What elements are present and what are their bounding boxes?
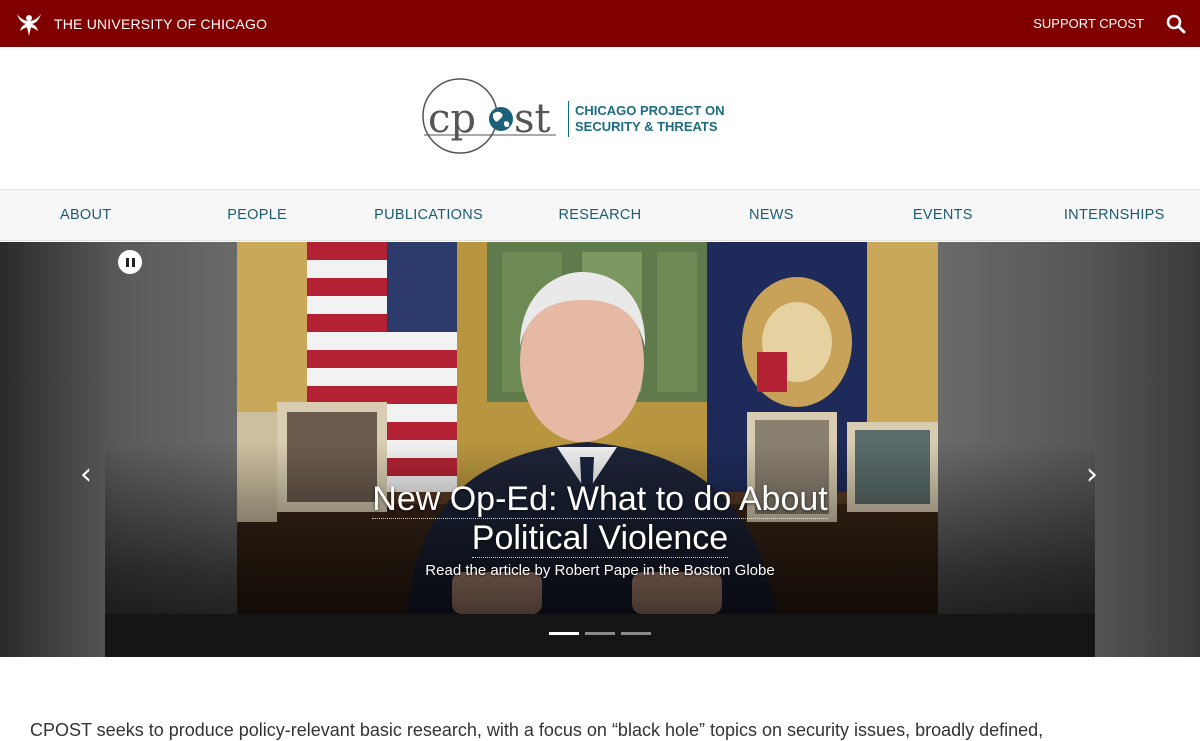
university-name: THE UNIVERSITY OF CHICAGO: [54, 15, 268, 32]
nav-item-research[interactable]: RESEARCH: [514, 190, 685, 240]
tagline-line1: CHICAGO PROJECT ON: [575, 103, 725, 118]
support-cpost-link[interactable]: SUPPORT CPOST: [1033, 16, 1144, 31]
pause-button[interactable]: [118, 250, 142, 274]
carousel-indicators: [549, 632, 657, 635]
top-bar-actions: SUPPORT CPOST: [1033, 14, 1186, 34]
logo-divider: [568, 101, 569, 137]
hero-title-line2[interactable]: Political Violence: [471, 519, 729, 558]
nav-item-events[interactable]: EVENTS: [857, 190, 1028, 240]
nav-item-news[interactable]: NEWS: [686, 190, 857, 240]
carousel-dot-1[interactable]: [549, 632, 579, 635]
main-nav: ABOUT PEOPLE PUBLICATIONS RESEARCH NEWS …: [0, 189, 1200, 241]
hero-title[interactable]: New Op-Ed: What to do About Political Vi…: [300, 480, 900, 558]
pause-icon: [125, 257, 129, 267]
carousel-dot-3[interactable]: [621, 632, 651, 635]
logo-tagline: CHICAGO PROJECT ON SECURITY & THREATS: [575, 103, 725, 135]
nav-item-about[interactable]: ABOUT: [0, 190, 171, 240]
hero-carousel: ‹ › New Op-Ed: What to do About Politica…: [0, 242, 1200, 657]
tagline-line2: SECURITY & THREATS: [575, 119, 718, 134]
hero-title-line1[interactable]: New Op-Ed: What to do About: [372, 480, 828, 519]
intro-paragraph: CPOST seeks to produce policy-relevant b…: [30, 720, 1044, 740]
carousel-prev-button[interactable]: ‹: [80, 460, 92, 490]
search-icon: [1166, 14, 1186, 33]
nav-item-publications[interactable]: PUBLICATIONS: [343, 190, 514, 240]
header-logo-area: cp st CHICAGO PROJECT ON SECURITY & THRE…: [0, 47, 1200, 189]
hero-subtitle: Read the article by Robert Pape in the B…: [425, 562, 775, 579]
svg-text:st: st: [514, 96, 551, 142]
top-bar: THE UNIVERSITY OF CHICAGO SUPPORT CPOST: [0, 0, 1200, 47]
cpost-wordmark-logo: cp st: [422, 78, 556, 154]
carousel-dot-2[interactable]: [585, 632, 615, 635]
hero-caption: New Op-Ed: What to do About Political Vi…: [300, 480, 900, 579]
phoenix-logo-icon: [17, 13, 41, 36]
search-button[interactable]: [1166, 14, 1186, 34]
hero-bottom-strip: [105, 614, 1095, 657]
carousel-next-button[interactable]: ›: [1086, 460, 1098, 490]
svg-text:cp: cp: [428, 96, 476, 142]
cpost-logo-link[interactable]: cp st CHICAGO PROJECT ON SECURITY & THRE…: [420, 78, 740, 160]
nav-item-people[interactable]: PEOPLE: [171, 190, 342, 240]
nav-item-internships[interactable]: INTERNSHIPS: [1029, 190, 1200, 240]
university-home-link[interactable]: THE UNIVERSITY OF CHICAGO: [14, 9, 267, 39]
